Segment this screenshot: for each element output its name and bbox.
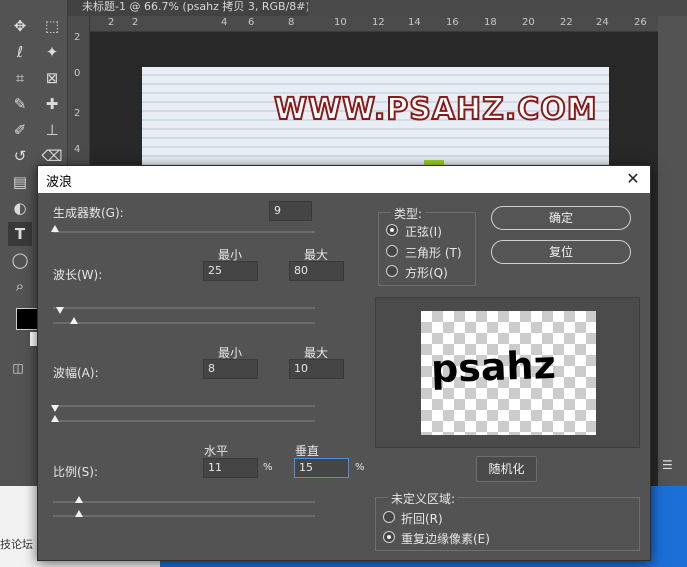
ruler-tick-label: 2 xyxy=(74,108,81,119)
scale-horizontal-slider-track[interactable] xyxy=(53,501,315,503)
stamp-tool-icon[interactable]: ⊥ xyxy=(40,118,64,142)
type-sine-label[interactable]: 正弦(I) xyxy=(405,223,442,240)
frame-tool-icon[interactable]: ⊠ xyxy=(40,66,64,90)
generators-label: 生成器数(G): xyxy=(53,206,124,220)
preview-image[interactable]: psahz xyxy=(421,311,596,435)
ruler-tick-label: 18 xyxy=(484,17,497,28)
marquee-tool-icon[interactable]: ⬚ xyxy=(40,14,64,38)
brush-tool-icon[interactable]: ✐ xyxy=(8,118,32,142)
foreground-color-swatch[interactable] xyxy=(16,308,38,330)
magic-wand-icon[interactable]: ✦ xyxy=(40,40,64,64)
ruler-tick-label: 8 xyxy=(288,17,295,28)
wrap-around-label[interactable]: 折回(R) xyxy=(401,510,443,527)
ruler-tick-label: 14 xyxy=(408,17,421,28)
scale-vertical-slider-thumb[interactable] xyxy=(75,510,83,517)
history-brush-icon[interactable]: ↺ xyxy=(8,144,32,168)
scale-vertical-field[interactable]: 15 xyxy=(294,458,349,478)
ruler-tick-label: 2 xyxy=(74,32,81,43)
wave-filter-dialog: 波浪 ✕ 生成器数(G): 9 最小 最大 波长(W): 25 80 最小 最大… xyxy=(37,165,651,561)
eyedropper-icon[interactable]: ✎ xyxy=(8,92,32,116)
ruler-tick-label: 16 xyxy=(446,17,459,28)
dialog-titlebar[interactable]: 波浪 ✕ xyxy=(38,166,650,193)
ruler-tick-label: 6 xyxy=(248,17,255,28)
repeat-edge-pixels-label[interactable]: 重复边缘像素(E) xyxy=(401,530,490,547)
repeat-edge-pixels-radio[interactable] xyxy=(383,531,395,543)
generators-slider-track[interactable] xyxy=(53,231,315,233)
scale-horizontal-unit: % xyxy=(263,462,273,473)
crop-tool-icon[interactable]: ⌗ xyxy=(8,66,32,90)
wavelength-min-slider-thumb[interactable] xyxy=(56,307,64,314)
type-triangle-label[interactable]: 三角形 (T) xyxy=(405,244,462,261)
gradient-tool-icon[interactable]: ▤ xyxy=(8,170,32,194)
ruler-tick-label: 20 xyxy=(522,17,535,28)
move-tool-icon[interactable]: ✥ xyxy=(8,14,32,38)
type-sine-radio[interactable] xyxy=(386,224,398,236)
wrap-around-radio[interactable] xyxy=(383,511,395,523)
shape-tool-icon[interactable]: ◯ xyxy=(8,248,32,272)
scale-vertical-unit: % xyxy=(355,462,365,473)
scale-horizontal-slider-thumb[interactable] xyxy=(75,496,83,503)
type-square-radio[interactable] xyxy=(386,265,398,277)
horizontal-ruler: 2 2 4 6 8 10 12 14 16 18 20 22 24 26 xyxy=(90,16,658,32)
amplitude-min-field[interactable]: 8 xyxy=(203,359,258,379)
ok-button[interactable]: 确定 xyxy=(491,206,631,230)
panel-menu-icon[interactable]: ☰ xyxy=(662,458,673,472)
ruler-tick-label: 24 xyxy=(596,17,609,28)
scale-vertical-header: 垂直 xyxy=(295,444,320,458)
preview-text: psahz xyxy=(430,342,557,392)
ruler-tick-label: 22 xyxy=(560,17,573,28)
right-panel-strip: ☰ xyxy=(658,16,687,486)
reset-button[interactable]: 复位 xyxy=(491,240,631,264)
wavelength-label: 波长(W): xyxy=(53,268,103,282)
generators-slider-thumb[interactable] xyxy=(51,225,59,232)
amplitude-label: 波幅(A): xyxy=(53,366,99,380)
undefined-areas-title: 未定义区域: xyxy=(388,490,459,507)
watermark-text: WWW.PSAHZ.COM xyxy=(273,91,598,128)
ruler-tick-label: 10 xyxy=(334,17,347,28)
wavelength-max-field[interactable]: 80 xyxy=(289,261,344,281)
ruler-tick-label: 26 xyxy=(634,17,647,28)
amplitude-max-slider-track[interactable] xyxy=(53,420,315,422)
close-icon[interactable]: ✕ xyxy=(622,168,644,190)
document-tab[interactable]: 未标题-1 @ 66.7% (psahz 拷贝 3, RGB/8#) xyxy=(68,0,308,16)
type-tool-icon[interactable]: T xyxy=(8,222,32,246)
ruler-tick-label: 2 xyxy=(108,17,115,28)
dialog-title: 波浪 xyxy=(46,175,73,190)
ruler-tick-label: 12 xyxy=(372,17,385,28)
background-page-text: 技论坛 xyxy=(0,538,33,551)
wavelength-min-field[interactable]: 25 xyxy=(203,261,258,281)
scale-horizontal-header: 水平 xyxy=(204,444,229,458)
scale-label: 比例(S): xyxy=(53,465,99,479)
preview-panel: psahz xyxy=(375,297,640,448)
dodge-tool-icon[interactable]: ◐ xyxy=(8,196,32,220)
type-square-label[interactable]: 方形(Q) xyxy=(405,264,448,281)
amplitude-min-slider-thumb[interactable] xyxy=(51,405,59,412)
type-triangle-radio[interactable] xyxy=(386,245,398,257)
ruler-tick-label: 2 xyxy=(132,17,139,28)
healing-brush-icon[interactable]: ✚ xyxy=(40,92,64,116)
amplitude-max-slider-thumb[interactable] xyxy=(51,415,59,422)
ruler-tick-label: 0 xyxy=(74,68,81,79)
randomize-button[interactable]: 随机化 xyxy=(476,456,537,482)
wavelength-min-slider-track[interactable] xyxy=(53,307,315,309)
scale-horizontal-field[interactable]: 11 xyxy=(203,458,258,478)
wavelength-max-slider-track[interactable] xyxy=(53,322,315,324)
zoom-tool-icon[interactable]: ⌕ xyxy=(8,274,32,298)
wave-type-title: 类型: xyxy=(391,205,426,222)
lasso-tool-icon[interactable]: ℓ xyxy=(8,40,32,64)
amplitude-min-slider-track[interactable] xyxy=(53,405,315,407)
amplitude-max-field[interactable]: 10 xyxy=(289,359,344,379)
ruler-tick-label: 4 xyxy=(74,144,81,155)
generators-field[interactable]: 9 xyxy=(269,201,312,221)
quick-mask-icon[interactable]: ◫ xyxy=(6,356,30,380)
scale-vertical-slider-track[interactable] xyxy=(53,515,315,517)
wavelength-max-slider-thumb[interactable] xyxy=(70,317,78,324)
ruler-tick-label: 4 xyxy=(221,17,228,28)
